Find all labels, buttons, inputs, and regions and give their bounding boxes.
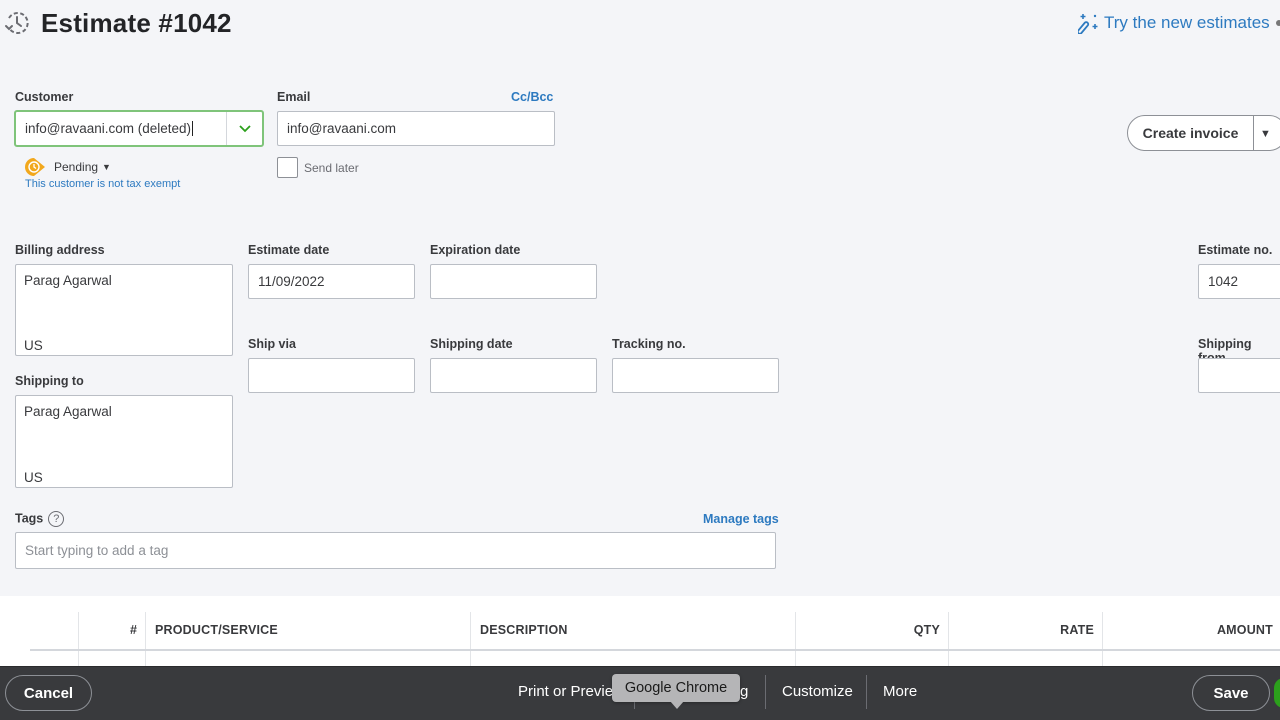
history-clock-icon[interactable]	[3, 9, 31, 37]
text-cursor	[192, 121, 194, 136]
manage-tags-link[interactable]: Manage tags	[703, 512, 779, 526]
overflow-indicator	[1276, 20, 1280, 26]
estimate-no-value: 1042	[1208, 274, 1239, 289]
column-divider	[470, 612, 471, 666]
estimate-date-value: 11/09/2022	[258, 274, 325, 289]
customer-value: info@ravaani.com (deleted)	[25, 121, 192, 136]
cc-bcc-link[interactable]: Cc/Bcc	[511, 90, 553, 104]
cancel-button[interactable]: Cancel	[5, 675, 92, 711]
column-header-product-service: PRODUCT/SERVICE	[155, 623, 278, 637]
tags-input[interactable]: Start typing to add a tag	[15, 532, 776, 569]
shipping-name: Parag Agarwal	[24, 404, 112, 419]
magic-wand-icon	[1078, 14, 1098, 34]
customer-input[interactable]: info@ravaani.com (deleted)	[16, 112, 226, 145]
shipping-address-field[interactable]: Parag Agarwal US	[15, 395, 233, 488]
email-field[interactable]: info@ravaani.com	[277, 111, 555, 146]
status-label: Pending	[54, 160, 99, 174]
column-header-amount: AMOUNT	[1216, 623, 1273, 637]
save-and-send-button[interactable]	[1274, 678, 1280, 708]
shipping-from-input[interactable]	[1198, 358, 1280, 393]
billing-address-label: Billing address	[15, 243, 105, 257]
tracking-no-input[interactable]	[612, 358, 779, 393]
column-divider	[1102, 612, 1103, 666]
tax-exempt-note: This customer is not tax exempt	[25, 178, 181, 190]
table-header-divider	[30, 649, 1280, 651]
save-button[interactable]: Save	[1192, 675, 1270, 711]
email-value: info@ravaani.com	[287, 121, 397, 136]
column-divider	[795, 612, 796, 666]
make-recurring-link[interactable]: g	[740, 683, 748, 700]
shipping-date-input[interactable]	[430, 358, 597, 393]
try-new-estimates-label: Try the new estimates	[1104, 13, 1270, 32]
clock-icon	[25, 158, 45, 176]
page-title: Estimate #1042	[41, 8, 232, 38]
tooltip-tail	[670, 701, 684, 709]
more-link[interactable]: More	[883, 683, 917, 700]
billing-address-field[interactable]: Parag Agarwal US	[15, 264, 233, 356]
column-divider	[78, 612, 79, 666]
column-divider	[145, 612, 146, 666]
tags-label-row: Tags?	[15, 511, 65, 527]
help-icon[interactable]: ?	[48, 511, 65, 527]
expiration-date-label: Expiration date	[430, 243, 521, 257]
customize-link[interactable]: Customize	[782, 683, 853, 700]
send-later-label: Send later	[304, 161, 359, 175]
caret-down-icon: ▼	[102, 162, 111, 172]
billing-name: Parag Agarwal	[24, 273, 112, 288]
column-header-number: #	[130, 623, 138, 637]
create-invoice-dropdown[interactable]: ▼	[1254, 124, 1280, 142]
estimate-no-label: Estimate no.	[1198, 243, 1273, 257]
column-header-qty: QTY	[913, 623, 940, 637]
customer-label: Customer	[15, 90, 74, 104]
customer-dropdown-button[interactable]	[226, 112, 262, 145]
shipping-country: US	[24, 470, 43, 485]
ship-via-input[interactable]	[248, 358, 415, 393]
estimate-date-input[interactable]: 11/09/2022	[248, 264, 415, 299]
expiration-date-input[interactable]	[430, 264, 597, 299]
create-invoice-split-button: Create invoice ▼	[1127, 115, 1280, 151]
customer-combobox[interactable]: info@ravaani.com (deleted)	[14, 110, 264, 147]
footer-divider	[765, 675, 766, 709]
billing-country: US	[24, 338, 43, 353]
estimate-no-input[interactable]: 1042	[1198, 264, 1280, 299]
status-dropdown[interactable]: Pending ▼	[24, 157, 111, 177]
estimate-date-label: Estimate date	[248, 243, 330, 257]
ship-via-label: Ship via	[248, 337, 296, 351]
shipping-date-label: Shipping date	[430, 337, 513, 351]
chevron-down-icon	[238, 124, 251, 132]
tags-placeholder: Start typing to add a tag	[25, 543, 169, 558]
try-new-estimates-link[interactable]: Try the new estimates	[1078, 12, 1270, 34]
column-header-rate: RATE	[1060, 623, 1094, 637]
send-later-checkbox[interactable]	[277, 157, 298, 178]
create-invoice-button[interactable]: Create invoice	[1128, 125, 1253, 141]
caret-down-icon: ▼	[1260, 128, 1271, 140]
footer-divider	[866, 675, 867, 709]
email-label: Email	[277, 90, 311, 104]
column-header-description: DESCRIPTION	[480, 623, 568, 637]
tooltip: Google Chrome	[612, 674, 740, 702]
tags-label: Tags	[15, 511, 44, 526]
column-divider	[948, 612, 949, 666]
print-preview-link[interactable]: Print or Preview	[518, 683, 624, 700]
tracking-no-label: Tracking no.	[612, 337, 686, 351]
shipping-to-label: Shipping to	[15, 374, 84, 388]
